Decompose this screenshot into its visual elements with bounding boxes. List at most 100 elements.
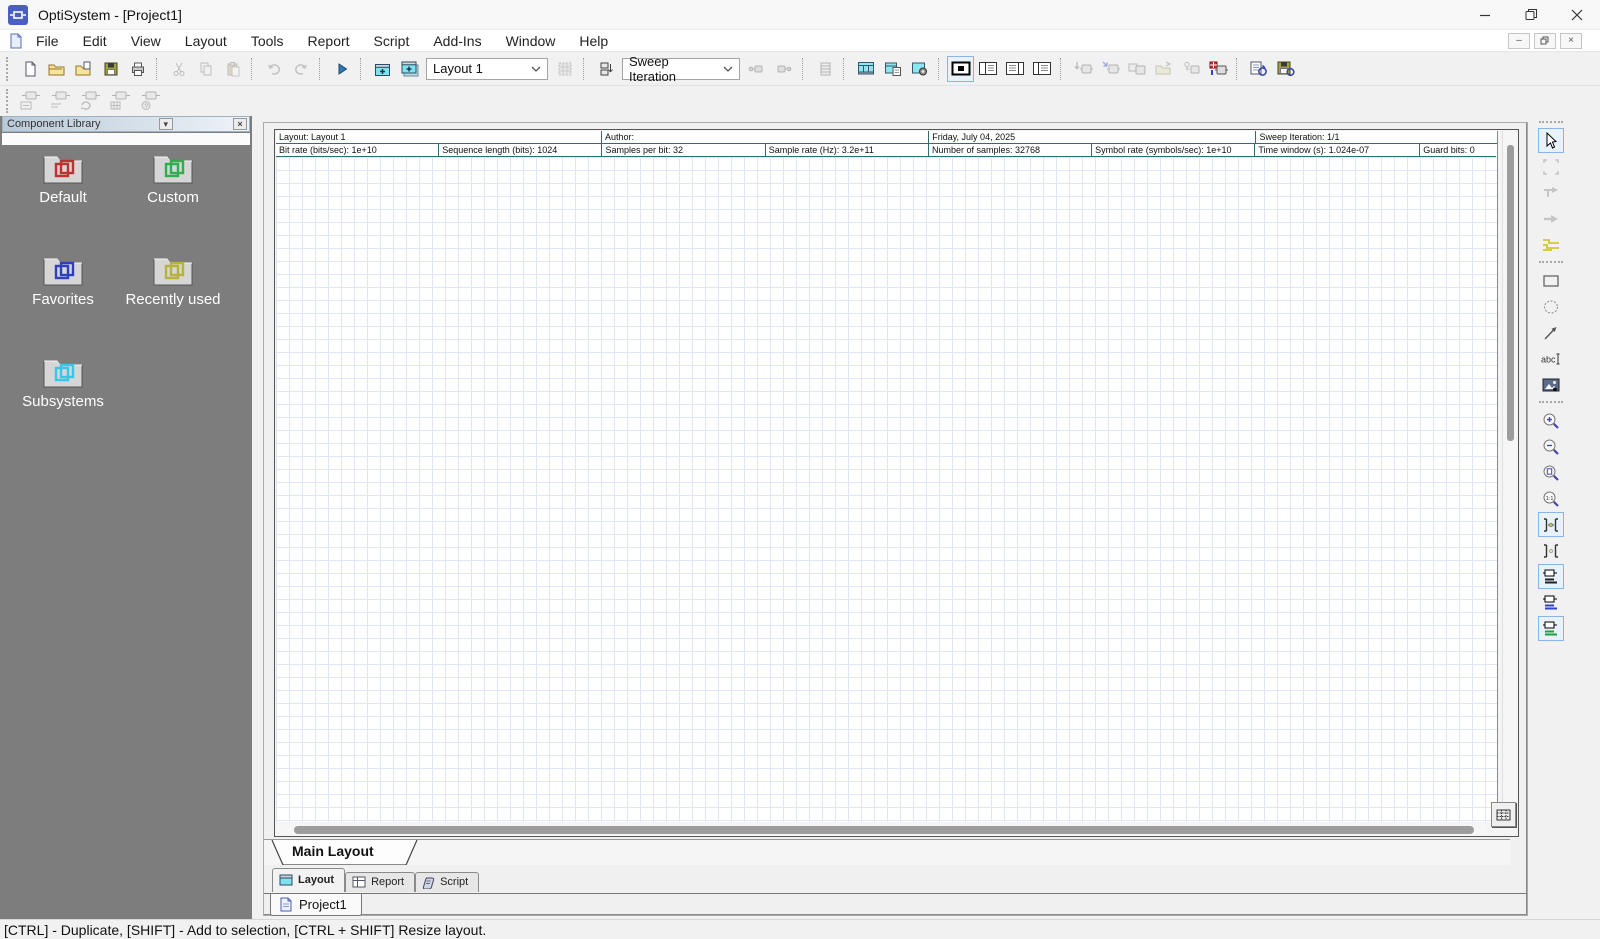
calculate-run-button[interactable] [328,56,355,82]
arrow-tool-button[interactable] [1538,206,1564,231]
open-button[interactable] [43,56,70,82]
close-button[interactable] [1554,0,1600,30]
library-folder-subsystems[interactable]: Subsystems [8,353,118,455]
tab-project1[interactable]: Project1 [270,894,362,916]
print-button[interactable] [124,56,151,82]
previous-sweep-button[interactable] [743,56,770,82]
mdi-minimize-button[interactable]: – [1508,33,1530,49]
panel-close-button[interactable]: × [233,118,247,130]
layout-select[interactable]: Layout 1 [426,58,548,80]
copy-button[interactable] [192,56,219,82]
component-add-button[interactable] [1096,56,1123,82]
horizontal-scrollbar[interactable] [276,824,1486,836]
cut-button[interactable] [165,56,192,82]
component-properties-button[interactable] [16,88,46,114]
main-layout-tab[interactable]: Main Layout [270,840,420,865]
calculate-layout-button[interactable] [852,56,879,82]
undo-button[interactable] [260,56,287,82]
component-grid-button[interactable] [106,88,136,114]
component-lines-button[interactable] [46,88,76,114]
select-sweep-tool-button[interactable] [1538,180,1564,205]
zoom-out-button[interactable] [1538,434,1564,459]
menu-script[interactable]: Script [362,30,422,52]
component-copy-button[interactable] [1123,56,1150,82]
layout-options-button[interactable] [551,56,578,82]
align-components-blue-button[interactable] [1538,590,1564,615]
library-folder-recently-used[interactable]: Recently used [118,251,228,353]
redo-button[interactable] [287,56,314,82]
menu-report[interactable]: Report [296,30,362,52]
draw-rectangle-tool-button[interactable] [1538,268,1564,293]
insert-image-tool-button[interactable] [1538,372,1564,397]
menu-window[interactable]: Window [494,30,568,52]
new-layout-button[interactable] [369,56,396,82]
minimize-button[interactable] [1462,0,1508,30]
menu-addins[interactable]: Add-Ins [421,30,493,52]
align-components-button[interactable] [1538,564,1564,589]
menu-layout[interactable]: Layout [173,30,239,52]
menu-edit[interactable]: Edit [71,30,119,52]
menu-tools[interactable]: Tools [239,30,296,52]
duplicate-layout-button[interactable] [396,56,423,82]
zoom-in-button[interactable] [1538,408,1564,433]
menu-file[interactable]: File [24,30,71,52]
sweep-iteration-select[interactable]: Sweep Iteration [622,58,740,80]
toolbar-grip[interactable] [6,57,12,81]
component-download-button[interactable] [1069,56,1096,82]
tab-report[interactable]: Report [345,872,415,892]
draw-text-tool-button[interactable]: abc [1538,346,1564,371]
mdi-restore-button[interactable] [1534,33,1556,49]
component-key-button[interactable] [1177,56,1204,82]
global-parameters-button[interactable] [906,56,933,82]
zoom-one-to-one-button[interactable]: 1:1 [1538,486,1564,511]
save-button[interactable] [97,56,124,82]
next-sweep-button[interactable] [770,56,797,82]
layout-properties-button[interactable] [879,56,906,82]
import-project-button[interactable] [70,56,97,82]
component-library-titlebar[interactable]: Component Library ▾ × [2,116,250,132]
view-report-right-button[interactable] [1028,56,1055,82]
layout-table-button[interactable] [1491,802,1516,827]
view-split-button[interactable] [974,56,1001,82]
horizontal-scrollbar-thumb[interactable] [294,826,1474,834]
select-tool-button[interactable] [1538,128,1564,153]
zoom-out-icon [1541,437,1561,457]
new-button[interactable] [16,56,43,82]
toolbar-grip[interactable] [1539,121,1563,125]
generate-report-button[interactable] [1245,56,1272,82]
toolbar-separator [1539,401,1563,405]
header-sweep-iteration: Sweep Iteration: 1/1 [1256,131,1497,144]
save-calculation-results-button[interactable] [1272,56,1299,82]
tab-script[interactable]: Script [415,872,479,892]
vertical-scrollbar[interactable] [1502,131,1517,822]
menu-help[interactable]: Help [567,30,620,52]
sweep-mode-button[interactable] [592,56,619,82]
view-layout-only-button[interactable] [947,56,974,82]
auto-wire-tool-button[interactable] [1538,232,1564,257]
report-table-button[interactable] [811,56,838,82]
menu-view[interactable]: View [119,30,173,52]
mdi-close-button[interactable]: × [1560,33,1582,49]
draw-line-tool-button[interactable] [1538,320,1564,345]
vertical-scrollbar-thumb[interactable] [1507,145,1514,441]
library-folder-default[interactable]: Default [8,149,118,251]
align-components-green-button[interactable] [1538,616,1564,641]
component-help-button[interactable]: ? [136,88,166,114]
component-refresh-button[interactable] [76,88,106,114]
component-open-button[interactable] [1150,56,1177,82]
restore-button[interactable] [1508,0,1554,30]
toolbar-grip[interactable] [6,89,12,113]
tab-layout[interactable]: Layout [272,868,345,892]
view-report-left-button[interactable] [1001,56,1028,82]
panel-pin-button[interactable]: ▾ [159,118,173,130]
select-items-tool-button[interactable] [1538,154,1564,179]
paste-button[interactable] [219,56,246,82]
zoom-page-button[interactable] [1538,460,1564,485]
draw-ellipse-tool-button[interactable] [1538,294,1564,319]
connect-components-on-button[interactable] [1538,512,1564,537]
component-grid-red-button[interactable] [1204,56,1231,82]
connect-components-off-button[interactable] [1538,538,1564,563]
library-folder-custom[interactable]: Custom [118,149,228,251]
library-folder-favorites[interactable]: Favorites [8,251,118,353]
layout-canvas[interactable]: Layout: Layout 1 Author: Friday, July 04… [276,131,1498,822]
